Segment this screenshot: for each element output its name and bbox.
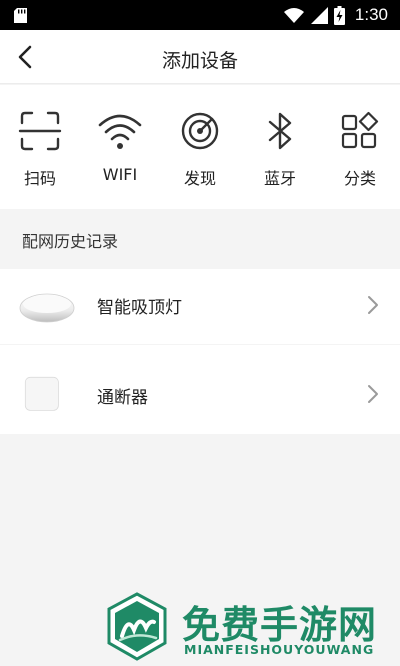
tool-label-wifi: WIFI (102, 165, 138, 184)
history-item-ceiling-light[interactable]: 智能吸顶灯 (0, 269, 400, 344)
wifi-button[interactable]: WIFI (85, 109, 155, 189)
page-title: 添加设备 (161, 50, 238, 72)
watermark-title: 免费手游网 (182, 602, 378, 647)
chevron-right-icon (368, 296, 378, 314)
status-bar: 1:30 (0, 0, 400, 30)
scan-button[interactable]: 扫码 (5, 109, 75, 189)
tool-label-category: 分类 (343, 169, 376, 188)
cell-signal-icon (310, 6, 328, 24)
bluetooth-button[interactable]: 蓝牙 (245, 109, 315, 189)
tool-label-scan: 扫码 (23, 169, 56, 188)
category-button[interactable]: 分类 (325, 109, 395, 189)
ceiling-light-icon (19, 293, 75, 323)
battery-charging-icon (333, 5, 345, 25)
tool-label-discover: 发现 (183, 169, 216, 188)
device-name: 智能吸顶灯 (97, 298, 182, 318)
device-name: 通断器 (97, 388, 148, 408)
chevron-right-icon (368, 385, 378, 403)
wifi-icon (98, 114, 142, 149)
history-title: 配网历史记录 (22, 232, 119, 251)
history-item-switch[interactable]: 通断器 (0, 345, 400, 434)
site-watermark: 免费手游网 MIANFEISHOUYOUWANG (104, 592, 394, 662)
watermark-logo (107, 592, 167, 661)
scan-icon (18, 111, 62, 151)
history-section-header: 配网历史记录 (0, 209, 400, 269)
switch-module-icon (24, 376, 59, 411)
category-icon (341, 111, 379, 149)
add-method-toolbar: 扫码 WIFI 发现 蓝牙 分类 (0, 85, 400, 209)
tool-label-bluetooth: 蓝牙 (263, 169, 296, 188)
bluetooth-icon (268, 112, 292, 150)
wifi-signal-icon (283, 8, 304, 24)
sd-card-icon (14, 8, 27, 23)
watermark-subtitle: MIANFEISHOUYOUWANG (184, 642, 375, 657)
discover-button[interactable]: 发现 (165, 109, 235, 189)
app-header: 添加设备 (0, 30, 400, 84)
status-time: 1:30 (354, 5, 388, 24)
radar-icon (181, 112, 219, 150)
